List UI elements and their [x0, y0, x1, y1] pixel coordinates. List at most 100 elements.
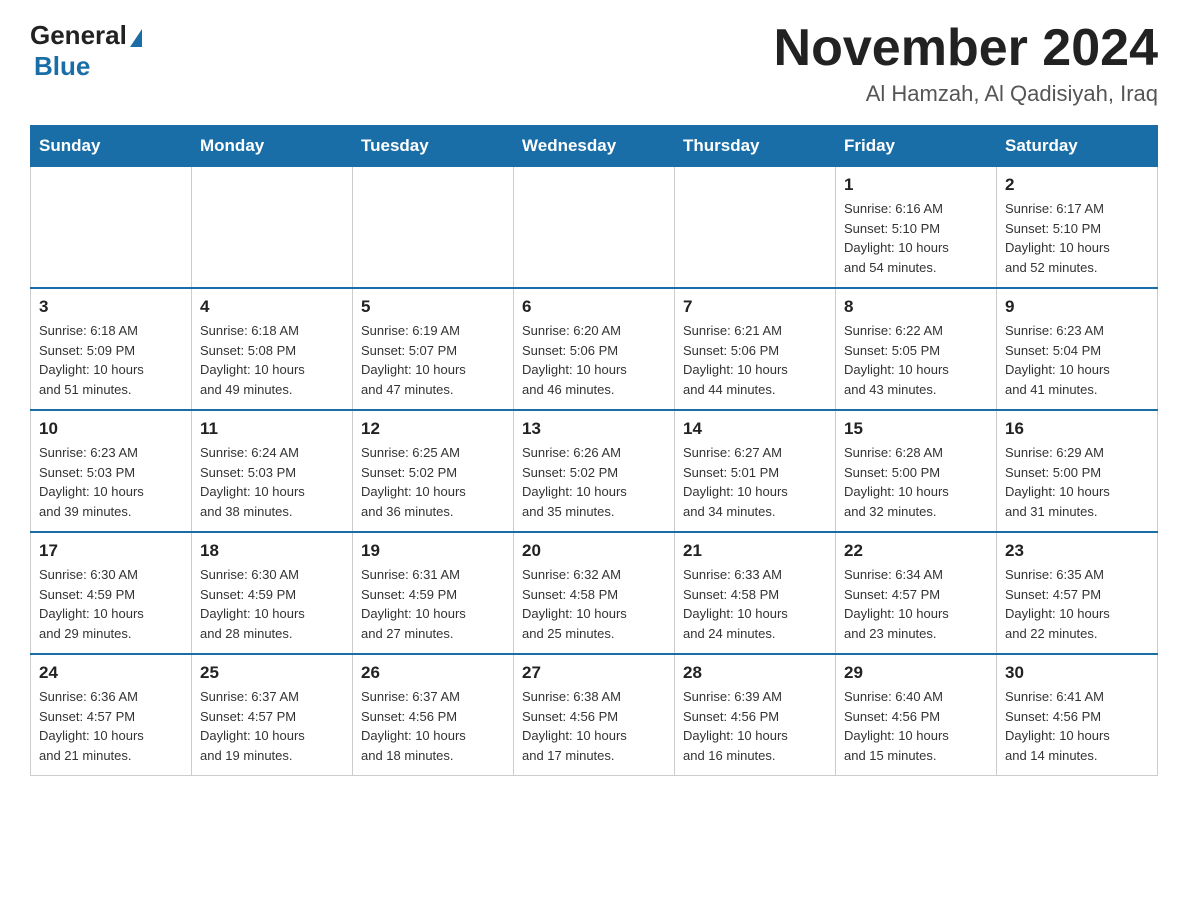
calendar-cell: 26 Sunrise: 6:37 AM Sunset: 4:56 PM Dayli… — [353, 654, 514, 776]
day-info: Sunrise: 6:25 AM Sunset: 5:02 PM Dayligh… — [361, 443, 505, 521]
day-number: 21 — [683, 541, 827, 561]
weekday-header-tuesday: Tuesday — [353, 126, 514, 167]
weekday-header-wednesday: Wednesday — [514, 126, 675, 167]
calendar-cell: 11Sunrise: 6:24 AM Sunset: 5:03 PM Dayli… — [192, 410, 353, 532]
day-number: 5 — [361, 297, 505, 317]
calendar-cell: 29 Sunrise: 6:40 AM Sunset: 4:56 PM Dayli… — [836, 654, 997, 776]
calendar-cell: 5 Sunrise: 6:19 AM Sunset: 5:07 PM Daylig… — [353, 288, 514, 410]
day-info: Sunrise: 6:19 AM Sunset: 5:07 PM Dayligh… — [361, 321, 505, 399]
day-number: 23 — [1005, 541, 1149, 561]
day-info: Sunrise: 6:34 AM Sunset: 4:57 PM Dayligh… — [844, 565, 988, 643]
day-info: Sunrise: 6:32 AM Sunset: 4:58 PM Dayligh… — [522, 565, 666, 643]
day-info: Sunrise: 6:30 AM Sunset: 4:59 PM Dayligh… — [39, 565, 183, 643]
day-number: 26 — [361, 663, 505, 683]
day-info: Sunrise: 6:16 AM Sunset: 5:10 PM Dayligh… — [844, 199, 988, 277]
day-number: 1 — [844, 175, 988, 195]
calendar-cell: 30Sunrise: 6:41 AM Sunset: 4:56 PM Dayli… — [997, 654, 1158, 776]
week-row-5: 24 Sunrise: 6:36 AM Sunset: 4:57 PM Dayli… — [31, 654, 1158, 776]
day-number: 24 — [39, 663, 183, 683]
logo-triangle-icon — [130, 29, 142, 47]
calendar-cell: 14Sunrise: 6:27 AM Sunset: 5:01 PM Dayli… — [675, 410, 836, 532]
calendar-cell: 1 Sunrise: 6:16 AM Sunset: 5:10 PM Daylig… — [836, 167, 997, 289]
day-number: 22 — [844, 541, 988, 561]
page-header: General Blue November 2024 Al Hamzah, Al… — [30, 20, 1158, 107]
calendar-cell: 16 Sunrise: 6:29 AM Sunset: 5:00 PM Dayli… — [997, 410, 1158, 532]
day-info: Sunrise: 6:17 AM Sunset: 5:10 PM Dayligh… — [1005, 199, 1149, 277]
calendar-cell: 2Sunrise: 6:17 AM Sunset: 5:10 PM Daylig… — [997, 167, 1158, 289]
day-number: 16 — [1005, 419, 1149, 439]
calendar-cell: 24 Sunrise: 6:36 AM Sunset: 4:57 PM Dayli… — [31, 654, 192, 776]
day-number: 13 — [522, 419, 666, 439]
day-info: Sunrise: 6:26 AM Sunset: 5:02 PM Dayligh… — [522, 443, 666, 521]
day-number: 29 — [844, 663, 988, 683]
logo-blue-text: Blue — [34, 51, 90, 82]
day-info: Sunrise: 6:30 AM Sunset: 4:59 PM Dayligh… — [200, 565, 344, 643]
day-number: 8 — [844, 297, 988, 317]
day-info: Sunrise: 6:27 AM Sunset: 5:01 PM Dayligh… — [683, 443, 827, 521]
calendar-cell — [192, 167, 353, 289]
day-info: Sunrise: 6:35 AM Sunset: 4:57 PM Dayligh… — [1005, 565, 1149, 643]
day-info: Sunrise: 6:18 AM Sunset: 5:08 PM Dayligh… — [200, 321, 344, 399]
day-info: Sunrise: 6:36 AM Sunset: 4:57 PM Dayligh… — [39, 687, 183, 765]
day-info: Sunrise: 6:29 AM Sunset: 5:00 PM Dayligh… — [1005, 443, 1149, 521]
calendar-cell — [514, 167, 675, 289]
day-info: Sunrise: 6:21 AM Sunset: 5:06 PM Dayligh… — [683, 321, 827, 399]
calendar-cell: 15 Sunrise: 6:28 AM Sunset: 5:00 PM Dayli… — [836, 410, 997, 532]
day-number: 15 — [844, 419, 988, 439]
day-number: 28 — [683, 663, 827, 683]
calendar-cell — [31, 167, 192, 289]
day-number: 7 — [683, 297, 827, 317]
day-number: 19 — [361, 541, 505, 561]
day-number: 25 — [200, 663, 344, 683]
day-number: 17 — [39, 541, 183, 561]
calendar-cell: 7 Sunrise: 6:21 AM Sunset: 5:06 PM Daylig… — [675, 288, 836, 410]
day-info: Sunrise: 6:37 AM Sunset: 4:57 PM Dayligh… — [200, 687, 344, 765]
calendar-table: SundayMondayTuesdayWednesdayThursdayFrid… — [30, 125, 1158, 776]
calendar-cell: 9 Sunrise: 6:23 AM Sunset: 5:04 PM Daylig… — [997, 288, 1158, 410]
week-row-1: 1 Sunrise: 6:16 AM Sunset: 5:10 PM Daylig… — [31, 167, 1158, 289]
day-info: Sunrise: 6:37 AM Sunset: 4:56 PM Dayligh… — [361, 687, 505, 765]
week-row-2: 3Sunrise: 6:18 AM Sunset: 5:09 PM Daylig… — [31, 288, 1158, 410]
day-info: Sunrise: 6:28 AM Sunset: 5:00 PM Dayligh… — [844, 443, 988, 521]
day-number: 30 — [1005, 663, 1149, 683]
calendar-cell: 17 Sunrise: 6:30 AM Sunset: 4:59 PM Dayli… — [31, 532, 192, 654]
day-number: 27 — [522, 663, 666, 683]
day-number: 6 — [522, 297, 666, 317]
calendar-subtitle: Al Hamzah, Al Qadisiyah, Iraq — [774, 81, 1158, 107]
title-area: November 2024 Al Hamzah, Al Qadisiyah, I… — [774, 20, 1158, 107]
calendar-cell: 21 Sunrise: 6:33 AM Sunset: 4:58 PM Dayli… — [675, 532, 836, 654]
calendar-cell: 3Sunrise: 6:18 AM Sunset: 5:09 PM Daylig… — [31, 288, 192, 410]
calendar-cell: 6Sunrise: 6:20 AM Sunset: 5:06 PM Daylig… — [514, 288, 675, 410]
calendar-cell: 25 Sunrise: 6:37 AM Sunset: 4:57 PM Dayli… — [192, 654, 353, 776]
calendar-title: November 2024 — [774, 20, 1158, 77]
calendar-cell: 23 Sunrise: 6:35 AM Sunset: 4:57 PM Dayli… — [997, 532, 1158, 654]
day-number: 9 — [1005, 297, 1149, 317]
day-info: Sunrise: 6:33 AM Sunset: 4:58 PM Dayligh… — [683, 565, 827, 643]
day-number: 18 — [200, 541, 344, 561]
week-row-4: 17 Sunrise: 6:30 AM Sunset: 4:59 PM Dayli… — [31, 532, 1158, 654]
calendar-cell — [353, 167, 514, 289]
day-info: Sunrise: 6:38 AM Sunset: 4:56 PM Dayligh… — [522, 687, 666, 765]
day-number: 4 — [200, 297, 344, 317]
calendar-cell: 10 Sunrise: 6:23 AM Sunset: 5:03 PM Dayli… — [31, 410, 192, 532]
calendar-cell: 12Sunrise: 6:25 AM Sunset: 5:02 PM Dayli… — [353, 410, 514, 532]
day-number: 10 — [39, 419, 183, 439]
calendar-cell: 19 Sunrise: 6:31 AM Sunset: 4:59 PM Dayli… — [353, 532, 514, 654]
day-info: Sunrise: 6:40 AM Sunset: 4:56 PM Dayligh… — [844, 687, 988, 765]
day-info: Sunrise: 6:39 AM Sunset: 4:56 PM Dayligh… — [683, 687, 827, 765]
day-info: Sunrise: 6:22 AM Sunset: 5:05 PM Dayligh… — [844, 321, 988, 399]
day-info: Sunrise: 6:31 AM Sunset: 4:59 PM Dayligh… — [361, 565, 505, 643]
day-number: 20 — [522, 541, 666, 561]
weekday-header-thursday: Thursday — [675, 126, 836, 167]
weekday-header-sunday: Sunday — [31, 126, 192, 167]
calendar-cell: 20 Sunrise: 6:32 AM Sunset: 4:58 PM Dayli… — [514, 532, 675, 654]
day-number: 3 — [39, 297, 183, 317]
weekday-header-monday: Monday — [192, 126, 353, 167]
weekday-header-friday: Friday — [836, 126, 997, 167]
calendar-cell: 18 Sunrise: 6:30 AM Sunset: 4:59 PM Dayli… — [192, 532, 353, 654]
day-info: Sunrise: 6:23 AM Sunset: 5:04 PM Dayligh… — [1005, 321, 1149, 399]
day-info: Sunrise: 6:23 AM Sunset: 5:03 PM Dayligh… — [39, 443, 183, 521]
calendar-cell: 27 Sunrise: 6:38 AM Sunset: 4:56 PM Dayli… — [514, 654, 675, 776]
calendar-cell — [675, 167, 836, 289]
calendar-cell: 13 Sunrise: 6:26 AM Sunset: 5:02 PM Dayli… — [514, 410, 675, 532]
